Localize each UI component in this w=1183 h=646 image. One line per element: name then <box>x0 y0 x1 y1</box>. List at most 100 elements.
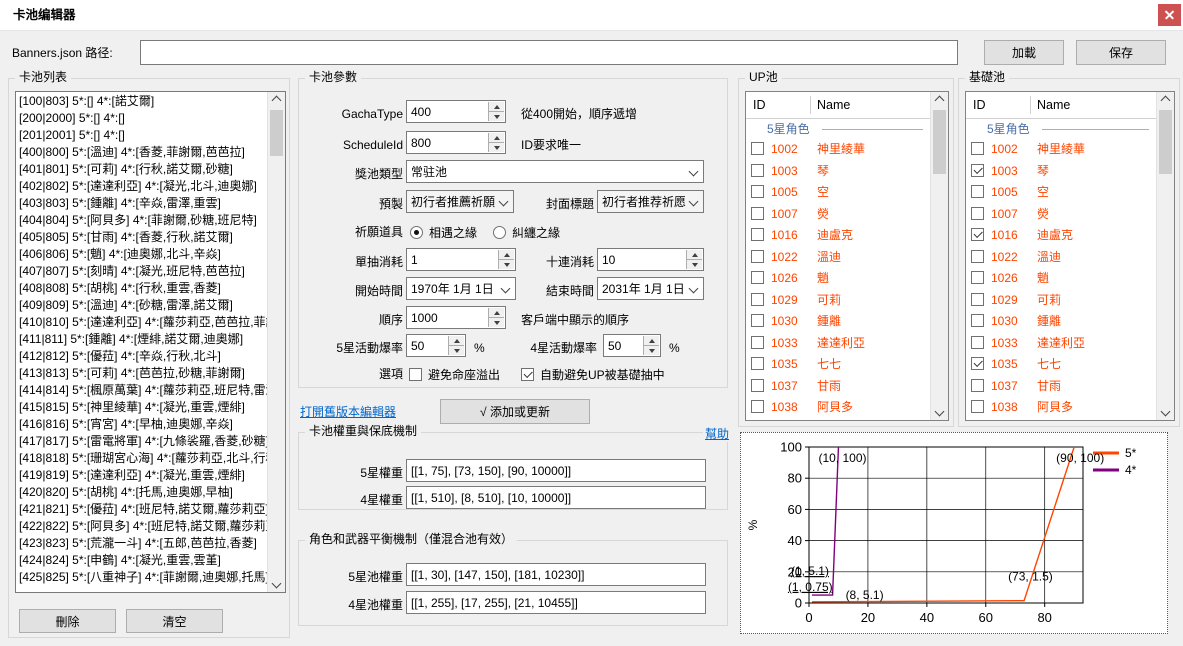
pool-list-item[interactable]: [402|802] 5*:[達達利亞] 4*:[凝光,北斗,迪奧娜] <box>16 178 268 195</box>
checkbox-checked-icon[interactable] <box>971 164 984 177</box>
scheduleid-spinner[interactable] <box>488 133 504 152</box>
open-old-editor-link[interactable]: 打開舊版本編輯器 <box>300 403 396 420</box>
single-cost-spinner[interactable] <box>498 250 514 269</box>
weight4-input[interactable]: [[1, 510], [8, 510], [10, 10000]] <box>406 486 706 509</box>
pool-list-item[interactable]: [404|804] 5*:[阿貝多] 4*:[菲謝爾,砂糖,班尼特] <box>16 212 268 229</box>
scroll-thumb[interactable] <box>933 110 946 174</box>
checkbox-unchecked-icon[interactable] <box>971 400 984 413</box>
checkbox-unchecked-icon[interactable] <box>751 379 764 392</box>
pool-list-item[interactable]: [409|809] 5*:[溫迪] 4*:[砂糖,雷澤,諾艾爾] <box>16 297 268 314</box>
pool-list-item[interactable]: [413|813] 5*:[可莉] 4*:[芭芭拉,砂糖,菲謝爾] <box>16 365 268 382</box>
character-row[interactable]: 1035七七 <box>966 354 1157 376</box>
pool-listbox[interactable]: [100|803] 5*:[] 4*:[諾艾爾][200|2000] 5*:[]… <box>15 91 286 593</box>
checkbox-checked-icon[interactable] <box>521 368 534 381</box>
character-row[interactable]: 1022溫迪 <box>746 247 931 269</box>
pool-list-item[interactable]: [410|810] 5*:[達達利亞] 4*:[蘿莎莉亞,芭芭拉,菲謝爾] <box>16 314 268 331</box>
start-time-picker[interactable]: 1970年 1月 1日 <box>406 277 516 300</box>
pool-list-item[interactable]: [424|824] 5*:[申鶴] 4*:[凝光,重雲,雲堇] <box>16 552 268 569</box>
character-row[interactable]: 1016迪盧克 <box>746 225 931 247</box>
pool-list-item[interactable]: [411|811] 5*:[鍾離] 4*:[煙緋,諾艾爾,迪奧娜] <box>16 331 268 348</box>
scroll-thumb[interactable] <box>270 110 283 156</box>
delete-button[interactable]: 刪除 <box>19 609 116 633</box>
character-row[interactable]: 1033達達利亞 <box>746 333 931 355</box>
pool-type-combobox[interactable]: 常驻池 <box>406 160 704 183</box>
checkbox-unchecked-icon[interactable] <box>751 185 764 198</box>
character-row[interactable]: 1033達達利亞 <box>966 333 1157 355</box>
scroll-up-button[interactable] <box>268 92 285 109</box>
radio-meet-fate[interactable]: 相遇之緣 <box>410 224 477 240</box>
scheduleid-input[interactable]: 800 <box>406 131 506 154</box>
radio-unselected-icon[interactable] <box>493 226 506 239</box>
pool-list-item[interactable]: [418|818] 5*:[珊瑚宮心海] 4*:[蘿莎莉亞,北斗,行秋] <box>16 450 268 467</box>
radio-intertwined-fate[interactable]: 糾纏之緣 <box>493 224 560 240</box>
checkbox-unchecked-icon[interactable] <box>751 142 764 155</box>
character-row[interactable]: 1022溫迪 <box>966 247 1157 269</box>
character-row[interactable]: 1002神里綾華 <box>966 139 1157 161</box>
checkbox-checked-icon[interactable] <box>971 228 984 241</box>
checkbox-unchecked-icon[interactable] <box>751 207 764 220</box>
pool-list-item[interactable]: [420|820] 5*:[胡桃] 4*:[托馬,迪奧娜,早柚] <box>16 484 268 501</box>
pool-list-item[interactable]: [419|819] 5*:[達達利亞] 4*:[凝光,重雲,煙緋] <box>16 467 268 484</box>
character-row[interactable]: 1038阿貝多 <box>966 397 1157 419</box>
cover-title-combobox[interactable]: 初行者推荐祈愿 <box>597 190 704 213</box>
pool-list-item[interactable]: [406|806] 5*:[魈] 4*:[迪奧娜,北斗,辛焱] <box>16 246 268 263</box>
checkbox-unchecked-icon[interactable] <box>751 293 764 306</box>
pool-list-item[interactable]: [416|816] 5*:[宵宮] 4*:[早柚,迪奧娜,辛焱] <box>16 416 268 433</box>
end-time-picker[interactable]: 2031年 1月 1日 <box>597 277 704 300</box>
clear-button[interactable]: 清空 <box>126 609 223 633</box>
scroll-down-button[interactable] <box>1157 403 1174 420</box>
checkbox-unchecked-icon[interactable] <box>751 336 764 349</box>
checkbox-checked-icon[interactable] <box>971 357 984 370</box>
pool-list-item[interactable]: [400|800] 5*:[溫迪] 4*:[香菱,菲謝爾,芭芭拉] <box>16 144 268 161</box>
pool-list-item[interactable]: [403|803] 5*:[鍾離] 4*:[辛焱,雷澤,重雲] <box>16 195 268 212</box>
pool-list-item[interactable]: [421|821] 5*:[優菈] 4*:[班尼特,諾艾爾,蘿莎莉亞] <box>16 501 268 518</box>
ten-cost-input[interactable]: 10 <box>597 248 704 271</box>
pool-list-item[interactable]: [422|822] 5*:[阿貝多] 4*:[班尼特,諾艾爾,蘿莎莉亞] <box>16 518 268 535</box>
preset-combobox[interactable]: 初行者推薦祈願 <box>406 190 514 213</box>
scroll-thumb[interactable] <box>1159 110 1172 174</box>
pool-list-item[interactable]: [201|2001] 5*:[] 4*:[] <box>16 127 268 144</box>
pool-weight4-input[interactable]: [[1, 255], [17, 255], [21, 10455]] <box>406 591 706 614</box>
rate4-spinner[interactable] <box>643 336 659 355</box>
close-button[interactable] <box>1158 4 1181 26</box>
character-row[interactable]: 1003琴 <box>966 161 1157 183</box>
pool-list-item[interactable]: [100|803] 5*:[] 4*:[諾艾爾] <box>16 93 268 110</box>
checkbox-unchecked-icon[interactable] <box>409 368 422 381</box>
character-row[interactable]: 1016迪盧克 <box>966 225 1157 247</box>
checkbox-unchecked-icon[interactable] <box>751 164 764 177</box>
pool-list-item[interactable]: [414|814] 5*:[楓原萬葉] 4*:[蘿莎莉亞,班尼特,雷澤] <box>16 382 268 399</box>
character-row[interactable]: 1005空 <box>746 182 931 204</box>
character-row[interactable]: 1038阿貝多 <box>746 397 931 419</box>
checkbox-unchecked-icon[interactable] <box>971 250 984 263</box>
checkbox-unchecked-icon[interactable] <box>751 250 764 263</box>
character-row[interactable]: 1037甘雨 <box>746 376 931 398</box>
pool-list-item[interactable]: [425|825] 5*:[八重神子] 4*:[菲謝爾,迪奧娜,托馬] <box>16 569 268 586</box>
order-spinner[interactable] <box>488 308 504 327</box>
character-row[interactable]: 1026魈 <box>966 268 1157 290</box>
radio-selected-icon[interactable] <box>410 226 423 239</box>
pool-weight5-input[interactable]: [[1, 30], [147, 150], [181, 10230]] <box>406 563 706 586</box>
pool-list-item[interactable]: [415|815] 5*:[神里綾華] 4*:[凝光,重雲,煙緋] <box>16 399 268 416</box>
add-or-update-button[interactable]: √ 添加或更新 <box>440 399 590 424</box>
banners-path-input[interactable] <box>140 40 958 65</box>
checkbox-unchecked-icon[interactable] <box>971 293 984 306</box>
checkbox-unchecked-icon[interactable] <box>971 379 984 392</box>
checkbox-unchecked-icon[interactable] <box>971 271 984 284</box>
rate4-input[interactable]: 50 <box>603 334 661 357</box>
pool-list-item[interactable]: [407|807] 5*:[刻晴] 4*:[凝光,班尼特,芭芭拉] <box>16 263 268 280</box>
rate5-spinner[interactable] <box>448 336 464 355</box>
order-input[interactable]: 1000 <box>406 306 506 329</box>
character-row[interactable]: 1026魈 <box>746 268 931 290</box>
option-avoid-constellation-overflow[interactable]: 避免命座溢出 <box>409 366 500 382</box>
checkbox-unchecked-icon[interactable] <box>971 185 984 198</box>
character-row[interactable]: 1005空 <box>966 182 1157 204</box>
pool-list-item[interactable]: [417|817] 5*:[雷電將軍] 4*:[九條裟羅,香菱,砂糖] <box>16 433 268 450</box>
checkbox-unchecked-icon[interactable] <box>971 142 984 155</box>
scroll-down-button[interactable] <box>931 403 948 420</box>
character-row[interactable]: 1003琴 <box>746 161 931 183</box>
character-row[interactable]: 1007熒 <box>746 204 931 226</box>
checkbox-unchecked-icon[interactable] <box>751 400 764 413</box>
checkbox-unchecked-icon[interactable] <box>971 314 984 327</box>
gachatype-spinner[interactable] <box>488 102 504 121</box>
character-row[interactable]: 1029可莉 <box>746 290 931 312</box>
